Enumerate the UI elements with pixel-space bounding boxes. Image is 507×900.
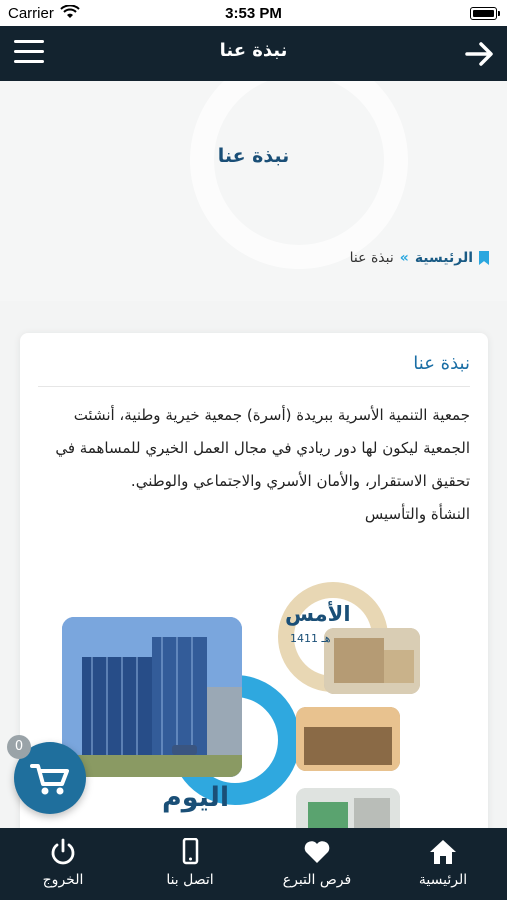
breadcrumb-separator: » (399, 250, 409, 266)
card-title: نبذة عنا (413, 353, 470, 374)
bookmark-icon (479, 251, 489, 265)
past-label: الأمس (285, 602, 351, 626)
tab-home-label: الرئيسية (418, 872, 468, 888)
tab-logout[interactable]: الخروج (0, 828, 126, 900)
hero-decoration (190, 81, 408, 269)
tab-home[interactable]: الرئيسية (380, 828, 506, 900)
past-year: 1411 هـ (290, 632, 331, 645)
header-title: نبذة عنا (219, 40, 288, 61)
app-header: نبذة عنا (0, 26, 507, 81)
past-photo-3 (296, 788, 400, 830)
heart-icon (304, 841, 330, 863)
phone-icon (182, 838, 199, 865)
tab-contact-us[interactable]: اتصل بنا (127, 828, 253, 900)
history-infographic: الأمس 1411 هـ اليوم (20, 560, 488, 830)
card-divider (38, 386, 470, 387)
breadcrumb: الرئيسية » نبذة عنا (350, 250, 489, 266)
card-body: جمعية التنمية الأسرية ببريدة (أسرة) جمعي… (38, 399, 470, 531)
page-title: نبذة عنا (217, 145, 290, 167)
modern-building-image (62, 617, 242, 777)
clock: 3:53 PM (225, 5, 282, 22)
today-label: اليوم (162, 782, 230, 813)
breadcrumb-home-link[interactable]: الرئيسية (415, 250, 473, 266)
power-icon (51, 838, 75, 865)
bottom-tab-bar: الرئيسية فرص التبرع اتصل بنا الخروج (0, 828, 507, 900)
back-button[interactable] (463, 38, 495, 70)
hero-section: نبذة عنا الرئيسية » نبذة عنا (0, 81, 507, 301)
arrow-right-icon (465, 42, 493, 66)
past-photo-2 (296, 707, 400, 771)
home-icon (430, 840, 456, 864)
status-bar: Carrier 3:53 PM (0, 0, 507, 26)
tab-logout-label: الخروج (42, 872, 84, 888)
tab-contact-label: اتصل بنا (166, 872, 214, 888)
past-photo-1 (324, 628, 420, 694)
breadcrumb-current: نبذة عنا (349, 250, 394, 266)
tab-donation-label: فرص التبرع (282, 872, 352, 888)
battery-icon (470, 7, 500, 20)
tab-donation-opportunities[interactable]: فرص التبرع (254, 828, 380, 900)
about-paragraph: جمعية التنمية الأسرية ببريدة (أسرة) جمعي… (55, 406, 470, 490)
cart-count-badge: 0 (7, 735, 31, 759)
section-heading: النشأة والتأسيس (364, 505, 470, 523)
